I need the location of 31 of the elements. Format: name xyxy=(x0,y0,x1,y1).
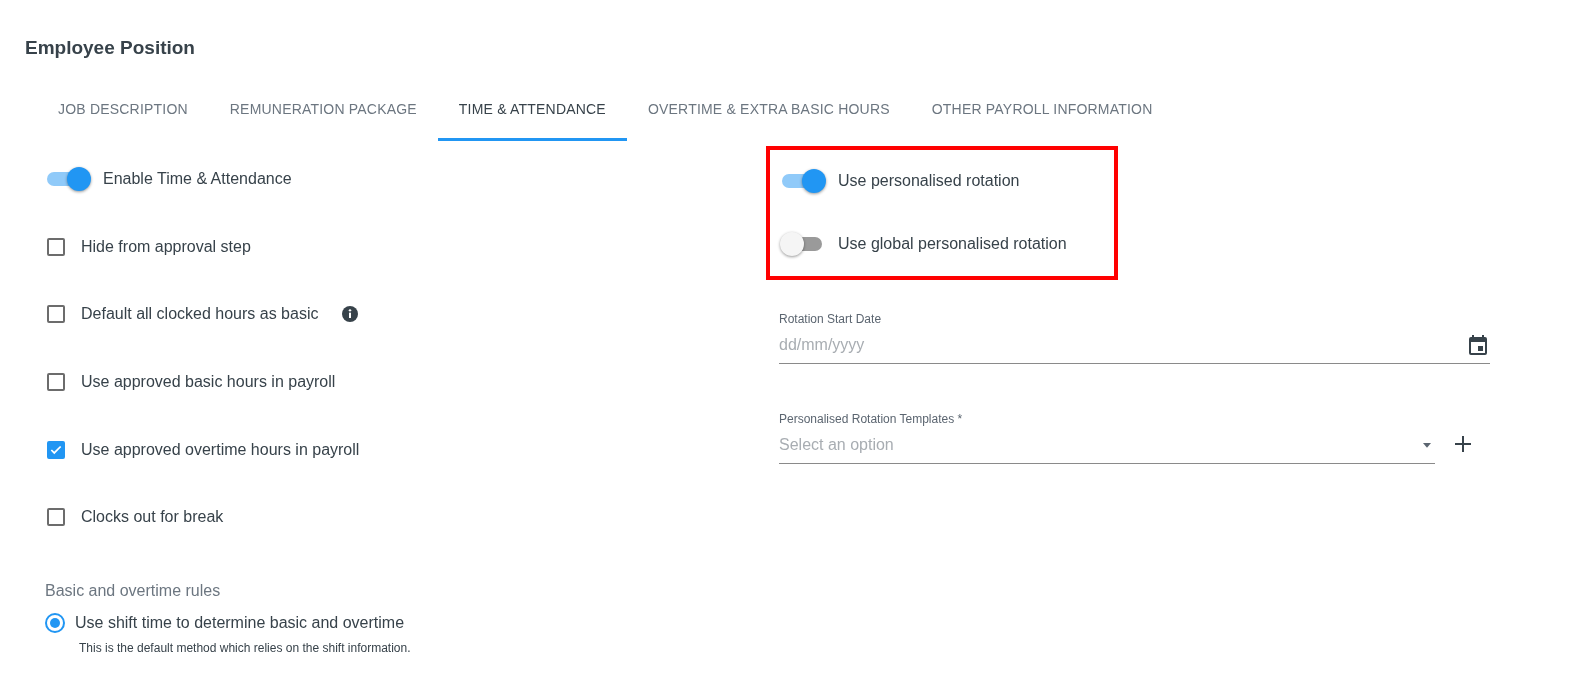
tab[interactable]: JOB DESCRIPTION xyxy=(37,88,209,141)
option-label: Enable Time & Attendance xyxy=(103,169,292,190)
option-label: Use global personalised rotation xyxy=(838,234,1067,254)
option-label: Use approved overtime hours in payroll xyxy=(81,439,360,460)
section-heading: Basic and overtime rules xyxy=(45,581,222,602)
checkbox[interactable] xyxy=(47,373,65,392)
option-label: Use approved basic hours in payroll xyxy=(81,372,336,393)
option-description: This is the default method which relies on the shift information. xyxy=(79,640,412,658)
option-label: Clocks out for break xyxy=(81,507,224,528)
info-icon[interactable] xyxy=(342,306,359,323)
calendar-icon[interactable] xyxy=(1466,333,1490,357)
checkbox[interactable] xyxy=(47,508,65,527)
option-label: Use personalised rotation xyxy=(838,171,1020,191)
radio-button[interactable] xyxy=(45,613,65,634)
tab[interactable]: OTHER PAYROLL INFORMATION xyxy=(910,88,1174,141)
field-label: Personalised Rotation Templates * xyxy=(779,410,964,428)
tab[interactable]: OVERTIME & EXTRA BASIC HOURS xyxy=(626,88,911,141)
tab[interactable]: TIME & ATTENDANCE xyxy=(437,88,627,141)
checkbox[interactable] xyxy=(47,440,65,459)
option-label: Default all clocked hours as basic xyxy=(81,304,319,325)
tab[interactable]: REMUNERATION PACKAGE xyxy=(208,88,438,141)
option-label: Hide from approval step xyxy=(81,236,251,257)
field-label: Rotation Start Date xyxy=(779,310,883,328)
checkbox[interactable] xyxy=(47,305,65,324)
option-label: Use shift time to determine basic and overtime xyxy=(75,613,405,634)
toggle-switch[interactable] xyxy=(780,169,826,193)
select-field[interactable]: Select an option xyxy=(779,433,1419,457)
toggle-switch[interactable] xyxy=(45,167,91,192)
checkbox[interactable] xyxy=(47,237,65,256)
date-field[interactable]: dd/mm/yyyy xyxy=(779,333,1466,357)
page-title: Employee Position xyxy=(25,36,196,60)
